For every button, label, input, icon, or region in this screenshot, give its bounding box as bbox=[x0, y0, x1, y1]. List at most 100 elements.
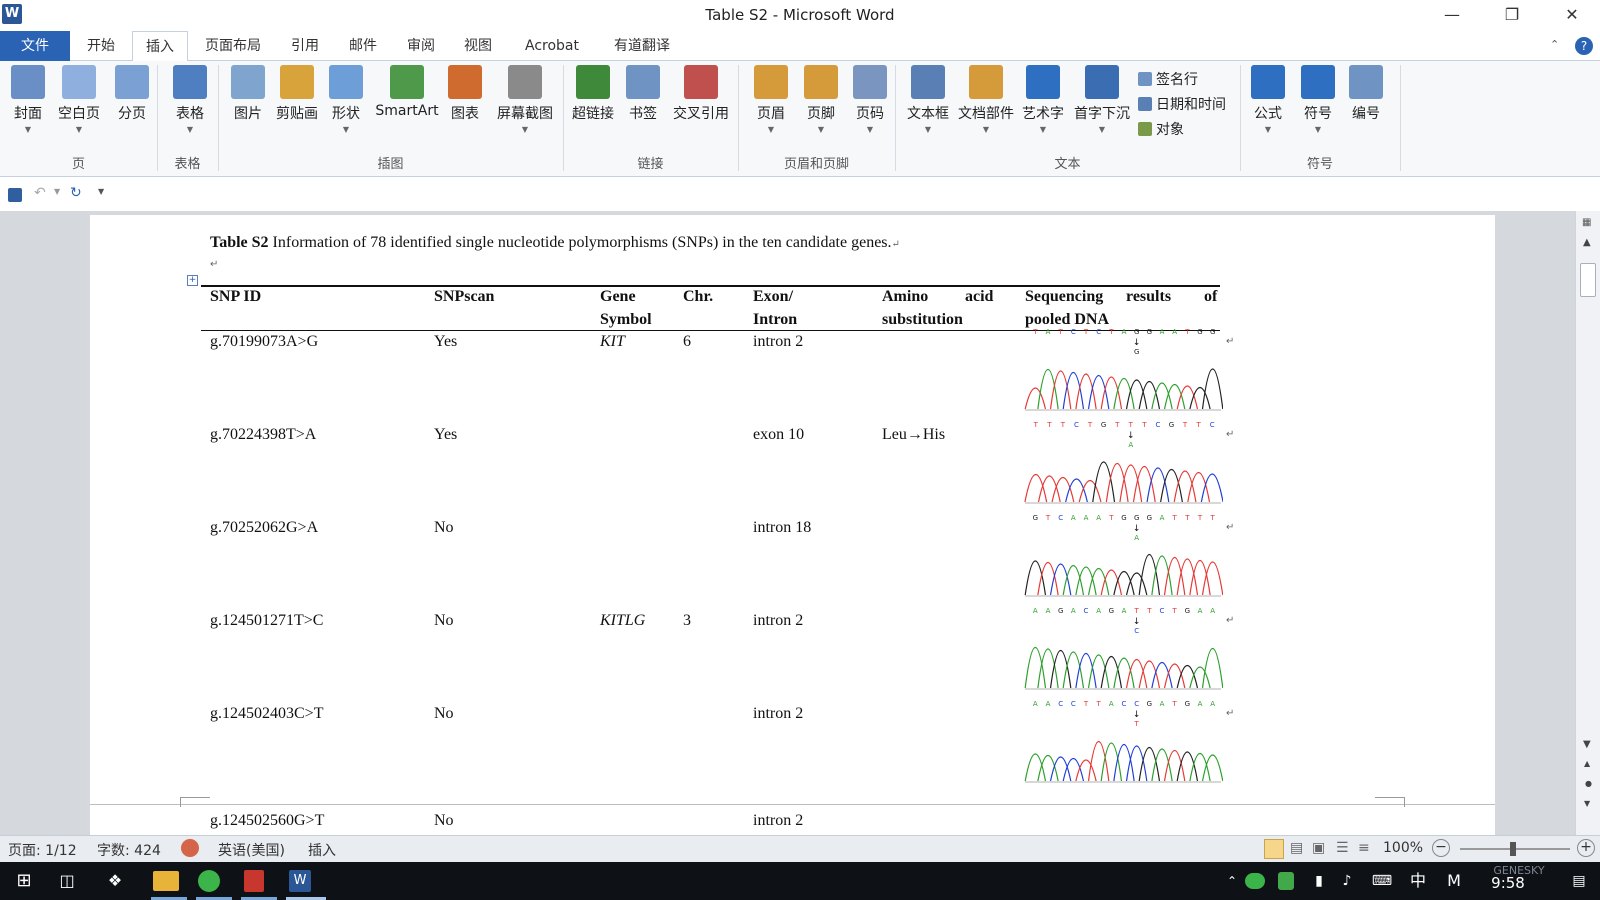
date-time-icon bbox=[1138, 97, 1152, 111]
insert-mode[interactable]: 插入 bbox=[308, 840, 336, 860]
scroll-down-icon[interactable]: ▼ bbox=[1583, 739, 1591, 750]
trace-peak bbox=[1024, 753, 1047, 782]
word-taskbar-icon[interactable]: W bbox=[289, 870, 311, 892]
minimize-button[interactable]: — bbox=[1432, 4, 1472, 26]
print-layout-icon[interactable] bbox=[1264, 839, 1284, 859]
ribbon-button-blank-page[interactable]: 空白页 ▼ bbox=[54, 65, 104, 134]
ribbon-button-footer[interactable]: 页脚 ▼ bbox=[801, 65, 841, 134]
ribbon-button-header[interactable]: 页眉 ▼ bbox=[751, 65, 791, 134]
ribbon-button-page-number[interactable]: 页码 ▼ bbox=[850, 65, 890, 134]
ribbon-button-bookmark[interactable]: 书签 bbox=[623, 65, 663, 123]
trace-peak bbox=[1024, 473, 1048, 503]
tab-home[interactable]: 开始 bbox=[76, 31, 126, 61]
tab-youdao[interactable]: 有道翻译 bbox=[604, 31, 680, 61]
save-icon[interactable] bbox=[8, 188, 22, 202]
vertical-scrollbar[interactable]: ▦ ▲ ▼ ▲ ● ▼ bbox=[1575, 211, 1600, 835]
ribbon-button-quick-parts[interactable]: 文档部件 ▼ bbox=[955, 65, 1017, 134]
ribbon-button-equation[interactable]: 公式 ▼ bbox=[1248, 65, 1288, 134]
action-center-icon[interactable]: ▤ bbox=[1565, 868, 1593, 894]
ribbon-button-clipart[interactable]: 剪贴画 bbox=[272, 65, 322, 123]
ribbon-button-shapes[interactable]: 形状 ▼ bbox=[326, 65, 366, 134]
tab-acrobat[interactable]: Acrobat bbox=[517, 31, 587, 61]
language-indicator[interactable]: 英语(美国) bbox=[218, 840, 285, 860]
base-call-label: T bbox=[1172, 607, 1178, 615]
zoom-slider-thumb[interactable] bbox=[1510, 842, 1516, 856]
ribbon-button-chart[interactable]: 图表 bbox=[445, 65, 485, 123]
ribbon-button-numbering[interactable]: 编号 bbox=[1346, 65, 1386, 123]
ribbon-button-hyperlink[interactable]: 超链接 bbox=[568, 65, 618, 123]
ribbon-button-cross-reference[interactable]: 交叉引用 bbox=[670, 65, 732, 123]
previous-page-icon[interactable]: ▲ bbox=[1584, 759, 1590, 768]
zoom-out-icon[interactable]: − bbox=[1432, 839, 1450, 857]
start-windows-icon[interactable]: ⊞ bbox=[10, 868, 38, 894]
ribbon-small-button-object[interactable]: 对象 bbox=[1138, 119, 1184, 139]
trace-peak bbox=[1100, 376, 1123, 410]
tab-insert[interactable]: 插入 bbox=[132, 31, 188, 62]
ribbon-button-smartart[interactable]: SmartArt bbox=[372, 65, 442, 119]
outline-icon[interactable]: ☰ bbox=[1336, 840, 1349, 856]
ime-indicator[interactable]: 中 bbox=[1404, 868, 1432, 894]
tray-expand-icon[interactable]: ⌃ bbox=[1218, 868, 1246, 894]
ruler-toggle-icon[interactable]: ▦ bbox=[1582, 217, 1591, 228]
word-count[interactable]: 字数: 424 bbox=[97, 840, 161, 860]
browser-icon[interactable] bbox=[198, 870, 220, 892]
ribbon-small-button-date-time[interactable]: 日期和时间 bbox=[1138, 94, 1226, 114]
base-call-label: T bbox=[1141, 421, 1147, 429]
volume-icon[interactable]: ♪ bbox=[1333, 868, 1361, 894]
ribbon-small-button-signature-line[interactable]: 签名行 bbox=[1138, 69, 1198, 89]
tab-page-layout[interactable]: 页面布局 bbox=[196, 31, 270, 61]
browse-object-icon[interactable]: ● bbox=[1585, 779, 1592, 788]
ribbon-button-table[interactable]: 表格 ▼ bbox=[170, 65, 210, 134]
ribbon-button-picture[interactable]: 图片 bbox=[228, 65, 268, 123]
clipart-icon bbox=[280, 65, 314, 99]
dropdown-arrow-icon: ▼ bbox=[767, 125, 775, 134]
tab-references[interactable]: 引用 bbox=[282, 31, 328, 61]
table-move-handle-icon[interactable]: + bbox=[187, 275, 198, 286]
scroll-thumb[interactable] bbox=[1580, 263, 1596, 297]
proofing-icon[interactable] bbox=[181, 839, 199, 857]
ime-mode-indicator[interactable]: M bbox=[1440, 868, 1468, 894]
base-call-label: A bbox=[1071, 607, 1076, 615]
restore-button[interactable]: ❐ bbox=[1492, 4, 1532, 26]
web-layout-icon[interactable]: ▣ bbox=[1312, 840, 1325, 856]
full-screen-reading-icon[interactable]: ▤ bbox=[1290, 840, 1303, 856]
redo-icon[interactable]: ↻ bbox=[70, 185, 82, 201]
file-explorer-icon[interactable] bbox=[153, 871, 179, 891]
ribbon-button-symbol[interactable]: 符号 ▼ bbox=[1298, 65, 1338, 134]
zoom-level[interactable]: 100% bbox=[1383, 840, 1423, 856]
ribbon-button-cover-page[interactable]: 封面 ▼ bbox=[8, 65, 48, 134]
draft-icon[interactable]: ≡ bbox=[1358, 840, 1370, 856]
next-page-icon[interactable]: ▼ bbox=[1584, 799, 1590, 808]
trace-peak bbox=[1105, 463, 1129, 503]
scroll-up-icon[interactable]: ▲ bbox=[1583, 237, 1591, 248]
page-boundary bbox=[90, 804, 1495, 805]
keyboard-icon[interactable]: ⌨ bbox=[1368, 868, 1396, 894]
document-page[interactable]: Table S2 Information of 78 identified si… bbox=[90, 215, 1495, 835]
tab-review[interactable]: 审阅 bbox=[398, 31, 444, 61]
pdf-reader-icon[interactable] bbox=[244, 870, 264, 892]
trace-peak bbox=[1201, 561, 1223, 596]
collapse-ribbon-icon[interactable]: ⌃ bbox=[1550, 38, 1559, 51]
clock-time[interactable]: 9:58 bbox=[1488, 870, 1528, 896]
help-icon[interactable]: ? bbox=[1575, 37, 1593, 55]
undo-dropdown-icon[interactable]: ▼ bbox=[54, 187, 60, 196]
store-app-icon[interactable]: ❖ bbox=[101, 868, 129, 894]
ribbon-button-screenshot[interactable]: 屏幕截图 ▼ bbox=[495, 65, 555, 134]
ribbon-button-text-box[interactable]: 文本框 ▼ bbox=[903, 65, 953, 134]
tab-view[interactable]: 视图 bbox=[455, 31, 501, 61]
undo-icon[interactable]: ↶ bbox=[34, 185, 46, 201]
cell-end-mark: ↵ bbox=[1226, 522, 1235, 533]
tab-file[interactable]: 文件 bbox=[0, 31, 70, 61]
customize-toolbar-icon[interactable]: ▼ bbox=[98, 187, 104, 196]
wechat-tray-icon[interactable] bbox=[1245, 873, 1265, 889]
tab-mailings[interactable]: 邮件 bbox=[340, 31, 386, 61]
zoom-in-icon[interactable]: + bbox=[1577, 839, 1595, 857]
close-button[interactable]: ✕ bbox=[1552, 4, 1592, 26]
battery-icon[interactable]: ▮ bbox=[1305, 868, 1333, 894]
ribbon-button-wordart[interactable]: 艺术字 ▼ bbox=[1018, 65, 1068, 134]
ribbon-button-drop-cap[interactable]: 首字下沉 ▼ bbox=[1071, 65, 1133, 134]
ribbon-button-page-break[interactable]: 分页 bbox=[112, 65, 152, 123]
page-count[interactable]: 页面: 1/12 bbox=[8, 840, 77, 860]
security-tray-icon[interactable] bbox=[1278, 872, 1294, 890]
task-view-icon[interactable]: ◫ bbox=[53, 868, 81, 894]
